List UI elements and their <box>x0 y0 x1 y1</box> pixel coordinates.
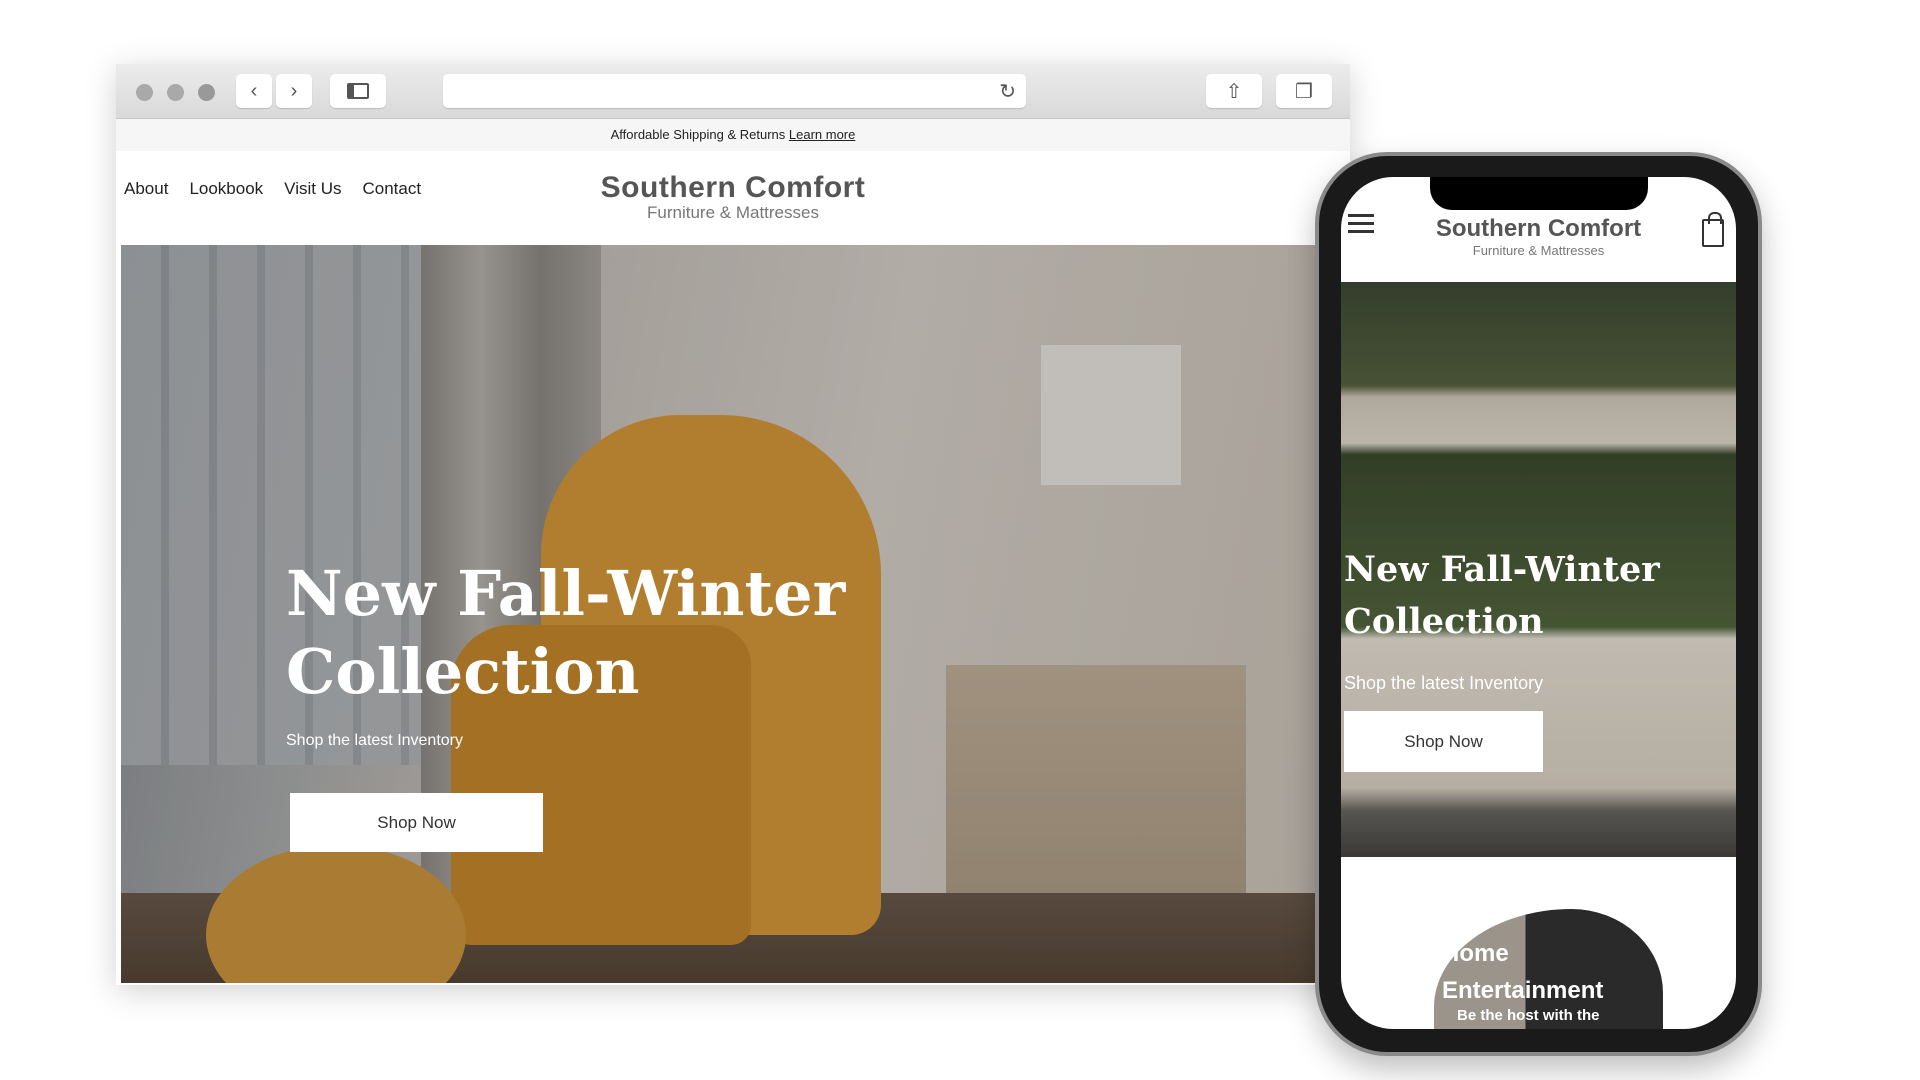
tabs-button[interactable]: ❐ <box>1276 74 1332 108</box>
mobile-screen: Southern Comfort Furniture & Mattresses … <box>1341 177 1736 1029</box>
site-header: About Lookbook Visit Us Contact Southern… <box>116 151 1350 245</box>
mobile-hero-subtitle: Shop the latest Inventory <box>1344 673 1544 693</box>
chevron-left-icon: ‹ <box>250 79 258 102</box>
reload-icon[interactable]: ↻ <box>999 79 1016 104</box>
sidebar-icon <box>347 83 369 99</box>
mobile-phone-frame: Southern Comfort Furniture & Mattresses … <box>1315 152 1762 1056</box>
category-subtitle: Be the host with the <box>1457 1007 1600 1024</box>
mobile-shop-now-button[interactable]: Shop Now <box>1344 711 1543 772</box>
address-bar[interactable]: ↻ <box>443 74 1026 108</box>
logo-subtitle: Furniture & Mattresses <box>647 203 819 222</box>
category-title[interactable]: Home Entertainment <box>1442 935 1603 1009</box>
shopping-bag-icon[interactable] <box>1702 212 1724 247</box>
mobile-logo-subtitle: Furniture & Mattresses <box>1472 243 1605 258</box>
forward-button[interactable]: › <box>276 74 312 108</box>
announcement-bar: Affordable Shipping & Returns Learn more <box>116 119 1350 151</box>
hero-banner: New Fall-Winter Collection Shop the late… <box>121 245 1315 983</box>
hero-title: New Fall-Winter Collection <box>286 557 846 708</box>
shop-now-button[interactable]: Shop Now <box>290 793 543 852</box>
mobile-logo-title: Southern Comfort <box>1435 215 1642 242</box>
close-window-button[interactable] <box>136 84 153 101</box>
zoom-window-button[interactable] <box>198 84 215 101</box>
site-logo[interactable]: Southern Comfort Furniture & Mattresses <box>116 171 1350 223</box>
mobile-hero-title: New Fall-Winter Collection <box>1344 549 1660 642</box>
announcement-text: Affordable Shipping & Returns <box>610 127 786 142</box>
logo-title: Southern Comfort <box>600 171 866 204</box>
share-button[interactable]: ⇧ <box>1206 74 1262 108</box>
desktop-browser-window: ‹ › ↻ ⇧ ❐ Affordable Shipping & Returns … <box>116 64 1350 985</box>
share-icon: ⇧ <box>1225 80 1243 103</box>
mobile-logo[interactable]: Southern Comfort Furniture & Mattresses <box>1341 215 1736 258</box>
tabs-icon: ❐ <box>1295 80 1313 103</box>
back-button[interactable]: ‹ <box>236 74 272 108</box>
chevron-right-icon: › <box>290 79 298 102</box>
hero-subtitle: Shop the latest Inventory <box>286 732 463 749</box>
browser-toolbar: ‹ › ↻ ⇧ ❐ <box>116 64 1350 119</box>
phone-notch <box>1430 177 1648 210</box>
sidebar-button[interactable] <box>330 74 386 108</box>
learn-more-link[interactable]: Learn more <box>789 127 855 142</box>
minimize-window-button[interactable] <box>167 84 184 101</box>
mobile-hero-banner: New Fall-Winter Collection Shop the late… <box>1341 282 1736 857</box>
